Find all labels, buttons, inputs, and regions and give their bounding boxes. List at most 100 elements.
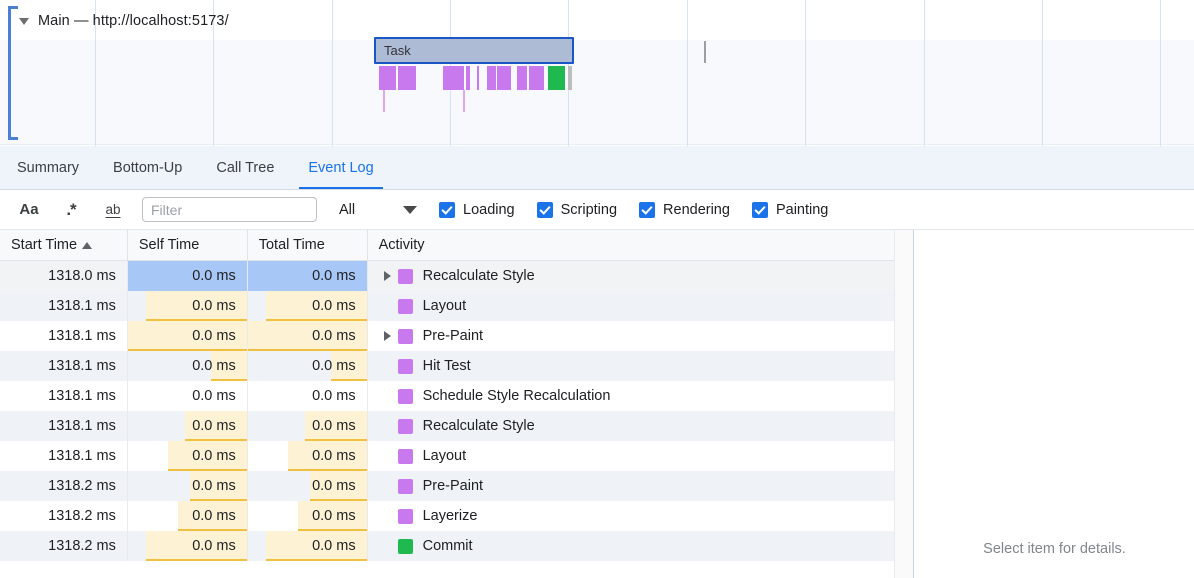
table-row[interactable]: 1318.1 ms0.0 ms0.0 msPre-Paint bbox=[0, 321, 894, 351]
flame-event-7[interactable] bbox=[517, 66, 527, 90]
checkbox-checked-icon[interactable] bbox=[752, 202, 768, 218]
start-time-value: 1318.1 ms bbox=[48, 448, 116, 464]
table-row[interactable]: 1318.2 ms0.0 ms0.0 msCommit bbox=[0, 531, 894, 561]
duration-filter-select[interactable]: All bbox=[339, 202, 417, 218]
cell-start-time: 1318.1 ms bbox=[0, 441, 128, 471]
start-time-value: 1318.1 ms bbox=[48, 388, 116, 404]
cell-self-time: 0.0 ms bbox=[128, 531, 248, 561]
cell-start-time: 1318.1 ms bbox=[0, 381, 128, 411]
checkbox-loading[interactable]: Loading bbox=[439, 202, 515, 218]
self-time-value: 0.0 ms bbox=[192, 268, 236, 284]
cell-start-time: 1318.2 ms bbox=[0, 471, 128, 501]
tab-summary[interactable]: Summary bbox=[0, 146, 96, 189]
checkbox-label: Rendering bbox=[663, 202, 730, 218]
task-flame-bar[interactable]: Task bbox=[374, 37, 574, 64]
details-empty-text: Select item for details. bbox=[983, 541, 1126, 557]
cell-start-time: 1318.1 ms bbox=[0, 411, 128, 441]
start-time-value: 1318.2 ms bbox=[48, 478, 116, 494]
disclosure-spacer bbox=[380, 359, 394, 373]
category-color-swatch bbox=[398, 539, 413, 554]
checkbox-label: Loading bbox=[463, 202, 515, 218]
table-scrollbar[interactable] bbox=[895, 230, 914, 578]
checkbox-checked-icon[interactable] bbox=[537, 202, 553, 218]
cell-activity: Pre-Paint bbox=[368, 321, 894, 351]
flame-event-3[interactable] bbox=[466, 66, 470, 90]
table-row[interactable]: 1318.0 ms 0.0 ms 0.0 ms Recalculate Style bbox=[0, 261, 894, 291]
flame-event-10[interactable] bbox=[568, 66, 572, 90]
self-time-value: 0.0 ms bbox=[192, 478, 236, 494]
total-time-value: 0.0 ms bbox=[312, 358, 356, 374]
flame-event-0[interactable] bbox=[379, 66, 396, 90]
flame-event-4[interactable] bbox=[477, 66, 479, 90]
flame-event-1[interactable] bbox=[398, 66, 416, 90]
flame-event-5[interactable] bbox=[487, 66, 496, 90]
table-row[interactable]: 1318.1 ms0.0 ms0.0 msSchedule Style Reca… bbox=[0, 381, 894, 411]
flame-event-12[interactable] bbox=[463, 90, 465, 112]
duration-filter-value: All bbox=[339, 202, 395, 218]
column-header-label: Start Time bbox=[11, 237, 77, 253]
column-header-total[interactable]: Total Time bbox=[248, 230, 368, 260]
category-color-swatch bbox=[398, 269, 413, 284]
total-time-value: 0.0 ms bbox=[312, 298, 356, 314]
tab-bottom-up[interactable]: Bottom-Up bbox=[96, 146, 199, 189]
category-color-swatch bbox=[398, 359, 413, 374]
cell-activity: Layout bbox=[368, 441, 894, 471]
column-header-activity[interactable]: Activity bbox=[368, 230, 894, 260]
triangle-right-icon[interactable] bbox=[380, 329, 394, 343]
category-color-swatch bbox=[398, 329, 413, 344]
self-time-value: 0.0 ms bbox=[192, 388, 236, 404]
flame-event-11[interactable] bbox=[383, 90, 385, 112]
cell-activity: Recalculate Style bbox=[368, 261, 894, 291]
column-header-label: Self Time bbox=[139, 237, 199, 253]
checkbox-painting[interactable]: Painting bbox=[752, 202, 828, 218]
tab-call-tree[interactable]: Call Tree bbox=[199, 146, 291, 189]
flame-event-13[interactable] bbox=[704, 41, 706, 63]
flame-event-9[interactable] bbox=[548, 66, 565, 90]
checkbox-checked-icon[interactable] bbox=[639, 202, 655, 218]
total-time-value: 0.0 ms bbox=[312, 268, 356, 284]
flame-event-2[interactable] bbox=[443, 66, 464, 90]
column-header-self[interactable]: Self Time bbox=[128, 230, 248, 260]
table-row[interactable]: 1318.2 ms0.0 ms0.0 msPre-Paint bbox=[0, 471, 894, 501]
start-time-value: 1318.0 ms bbox=[48, 268, 116, 284]
self-time-value: 0.0 ms bbox=[192, 508, 236, 524]
activity-name: Layout bbox=[423, 298, 467, 314]
main-track-header[interactable]: Main — http://localhost:5173/ bbox=[0, 8, 229, 34]
checkbox-label: Painting bbox=[776, 202, 828, 218]
disclosure-spacer bbox=[380, 299, 394, 313]
cell-start-time: 1318.1 ms bbox=[0, 351, 128, 381]
checkbox-checked-icon[interactable] bbox=[439, 202, 455, 218]
triangle-down-icon[interactable] bbox=[18, 15, 31, 28]
tab-event-log[interactable]: Event Log bbox=[291, 146, 390, 189]
cell-start-time: 1318.2 ms bbox=[0, 531, 128, 561]
start-time-value: 1318.2 ms bbox=[48, 508, 116, 524]
activity-name: Pre-Paint bbox=[423, 328, 483, 344]
flame-chart[interactable]: Main — http://localhost:5173/ Task bbox=[0, 0, 1194, 146]
event-log-table[interactable]: Start Time Self Time Total TimeActivity 13… bbox=[0, 230, 895, 578]
main-track-title: Main — http://localhost:5173/ bbox=[38, 13, 229, 29]
table-row[interactable]: 1318.1 ms0.0 ms0.0 msLayout bbox=[0, 441, 894, 471]
total-time-value: 0.0 ms bbox=[312, 538, 356, 554]
chevron-down-icon bbox=[403, 206, 417, 214]
cell-start-time: 1318.0 ms bbox=[0, 261, 128, 291]
start-time-value: 1318.1 ms bbox=[48, 298, 116, 314]
whole-word-icon[interactable]: ab bbox=[98, 197, 128, 223]
checkbox-scripting[interactable]: Scripting bbox=[537, 202, 617, 218]
self-time-value: 0.0 ms bbox=[192, 328, 236, 344]
cell-self-time: 0.0 ms bbox=[128, 441, 248, 471]
disclosure-spacer bbox=[380, 509, 394, 523]
flame-event-8[interactable] bbox=[529, 66, 544, 90]
table-row[interactable]: 1318.1 ms0.0 ms0.0 msRecalculate Style bbox=[0, 411, 894, 441]
flame-event-6[interactable] bbox=[497, 66, 511, 90]
column-header-start[interactable]: Start Time bbox=[0, 230, 128, 260]
match-case-icon[interactable]: Aa bbox=[14, 197, 44, 223]
triangle-right-icon[interactable] bbox=[380, 269, 394, 283]
filter-input[interactable] bbox=[142, 197, 317, 222]
table-row[interactable]: 1318.1 ms0.0 ms0.0 msHit Test bbox=[0, 351, 894, 381]
checkbox-rendering[interactable]: Rendering bbox=[639, 202, 730, 218]
cell-activity: Commit bbox=[368, 531, 894, 561]
table-row[interactable]: 1318.2 ms0.0 ms0.0 msLayerize bbox=[0, 501, 894, 531]
regex-icon[interactable]: .* bbox=[56, 197, 86, 223]
table-row[interactable]: 1318.1 ms0.0 ms0.0 msLayout bbox=[0, 291, 894, 321]
self-time-value: 0.0 ms bbox=[192, 418, 236, 434]
